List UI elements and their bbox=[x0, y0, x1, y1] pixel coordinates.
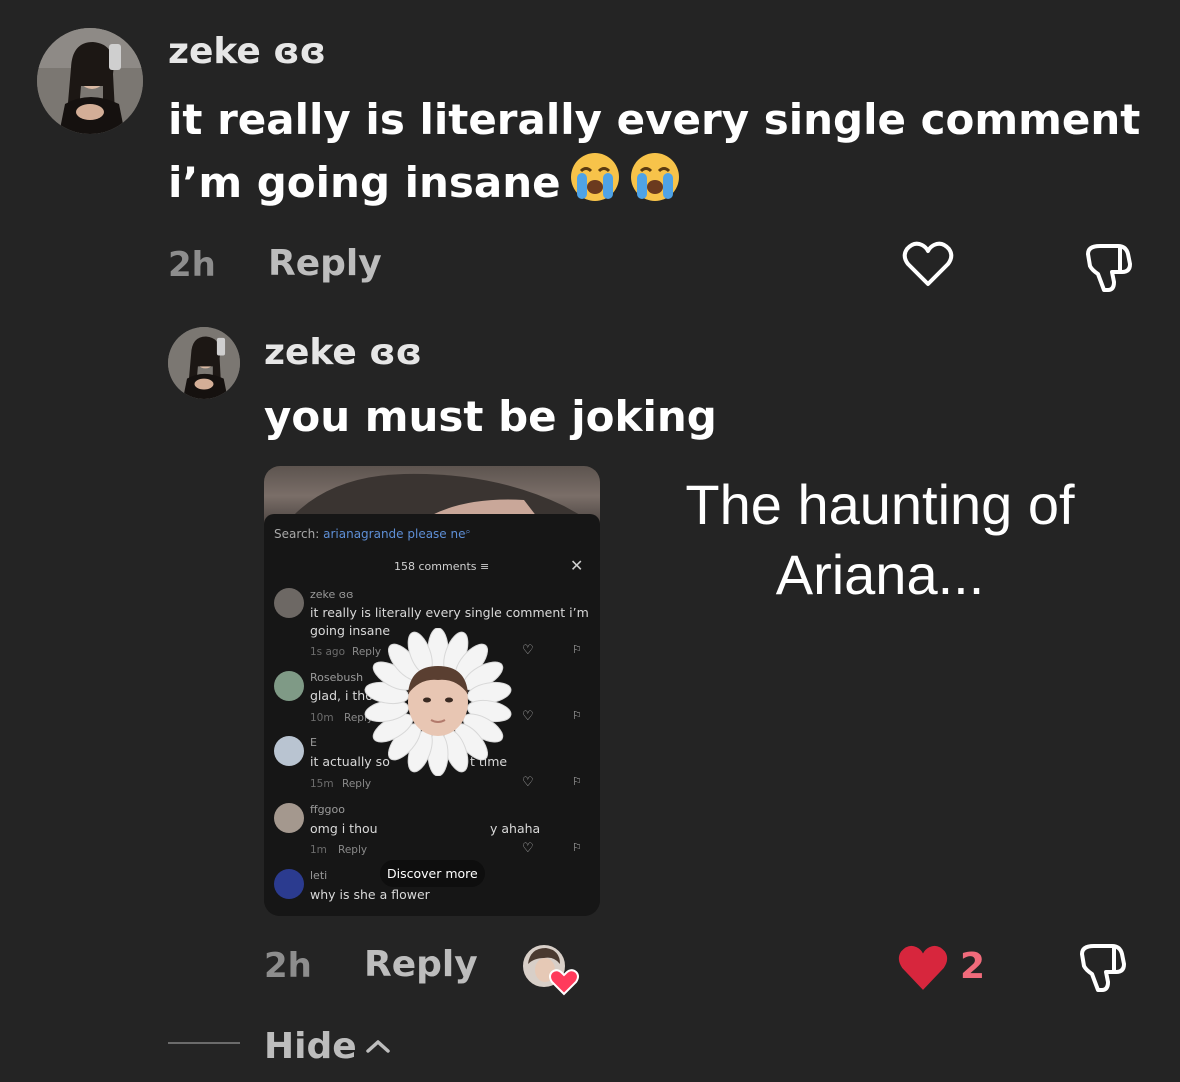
embedded-dislike-icon: ⚐ bbox=[572, 709, 582, 722]
dislike-icon[interactable] bbox=[1074, 940, 1128, 998]
embedded-screenshot[interactable]: Search: arianagrande please ne⌕ 158 comm… bbox=[264, 466, 600, 916]
loudly-crying-face-icon bbox=[629, 151, 681, 203]
reply-username[interactable]: zeke ɞɞ bbox=[264, 332, 422, 373]
embedded-search: Search: arianagrande please ne⌕ bbox=[274, 527, 471, 541]
caption-overlay: The haunting of Ariana... bbox=[640, 470, 1120, 610]
daisy-face-filter bbox=[364, 627, 512, 780]
dislike-icon[interactable] bbox=[1080, 240, 1134, 298]
reply-time: 2h bbox=[264, 946, 312, 986]
loudly-crying-face-icon bbox=[569, 151, 621, 203]
embedded-avatar bbox=[274, 803, 304, 833]
thread-divider bbox=[168, 1042, 240, 1044]
embedded-comment-user: zeke ɞɞ bbox=[310, 588, 354, 601]
embedded-avatar bbox=[274, 671, 304, 701]
comment-time: 2h bbox=[168, 245, 216, 285]
embedded-comments-count: 158 comments ≡ bbox=[394, 560, 489, 573]
heart-outline-icon[interactable] bbox=[902, 240, 954, 292]
reply-text: you must be joking bbox=[264, 392, 717, 441]
embedded-comment-time: 15m bbox=[310, 778, 334, 790]
creator-liked-avatar bbox=[520, 942, 582, 1000]
discover-more-button[interactable]: Discover more bbox=[380, 860, 485, 887]
embedded-search-query: arianagrande please ne bbox=[323, 527, 466, 541]
embedded-avatar bbox=[274, 588, 304, 618]
embedded-comment-text: omg i thou bbox=[310, 821, 378, 836]
embedded-comment-text-tail: y ahaha bbox=[490, 821, 541, 836]
caption-line-2: Ariana... bbox=[775, 543, 985, 606]
filter-icon: ≡ bbox=[479, 560, 490, 573]
embedded-heart-icon: ♡ bbox=[522, 709, 534, 724]
embedded-dislike-icon: ⚐ bbox=[572, 643, 582, 656]
chevron-up-icon bbox=[365, 1022, 391, 1063]
embedded-avatar bbox=[274, 736, 304, 766]
embedded-comment-text: why is she a flower bbox=[310, 887, 430, 902]
embedded-search-icon: ⌕ bbox=[465, 527, 471, 537]
embedded-comment-user: E bbox=[310, 736, 317, 749]
comment-text: it really is literally every single comm… bbox=[168, 88, 1158, 214]
embedded-dislike-icon: ⚐ bbox=[572, 775, 582, 788]
reply-button[interactable]: Reply bbox=[268, 243, 382, 284]
embedded-comment-time: 1m bbox=[310, 844, 327, 856]
caption-line-1: The haunting of bbox=[685, 473, 1075, 536]
reply-avatar[interactable] bbox=[168, 327, 240, 399]
avatar[interactable] bbox=[37, 28, 143, 134]
embedded-comment-user: leti bbox=[310, 869, 328, 882]
embedded-dislike-icon: ⚐ bbox=[572, 841, 582, 854]
embedded-reply: Reply bbox=[338, 844, 368, 856]
embedded-heart-icon: ♡ bbox=[522, 841, 534, 856]
embedded-comments-count-text: 158 comments bbox=[394, 560, 477, 573]
comment-thread: zeke ɞɞ it really is literally every sin… bbox=[0, 0, 1180, 1082]
embedded-avatar bbox=[274, 869, 304, 899]
embedded-comment-time: 1s ago bbox=[310, 646, 346, 658]
embedded-heart-icon: ♡ bbox=[522, 643, 534, 658]
embedded-comment-text: it really is literally every single comm… bbox=[310, 605, 589, 620]
embedded-heart-icon: ♡ bbox=[522, 775, 534, 790]
reply-reply-button[interactable]: Reply bbox=[364, 944, 478, 985]
embedded-close-icon: ✕ bbox=[570, 556, 584, 575]
hide-replies-button[interactable]: Hide bbox=[264, 1022, 391, 1067]
embedded-comment-panel: Search: arianagrande please ne⌕ 158 comm… bbox=[264, 514, 600, 916]
hide-label: Hide bbox=[264, 1026, 357, 1067]
embedded-comment-time: 10m bbox=[310, 712, 334, 724]
embedded-search-label: Search: bbox=[274, 527, 320, 541]
embedded-comment-user: ffggoo bbox=[310, 803, 346, 816]
embedded-comment-user: Rosebush bbox=[310, 671, 364, 684]
comment-username[interactable]: zeke ɞɞ bbox=[168, 31, 326, 72]
heart-filled-icon[interactable] bbox=[896, 942, 950, 996]
like-count: 2 bbox=[960, 946, 986, 987]
